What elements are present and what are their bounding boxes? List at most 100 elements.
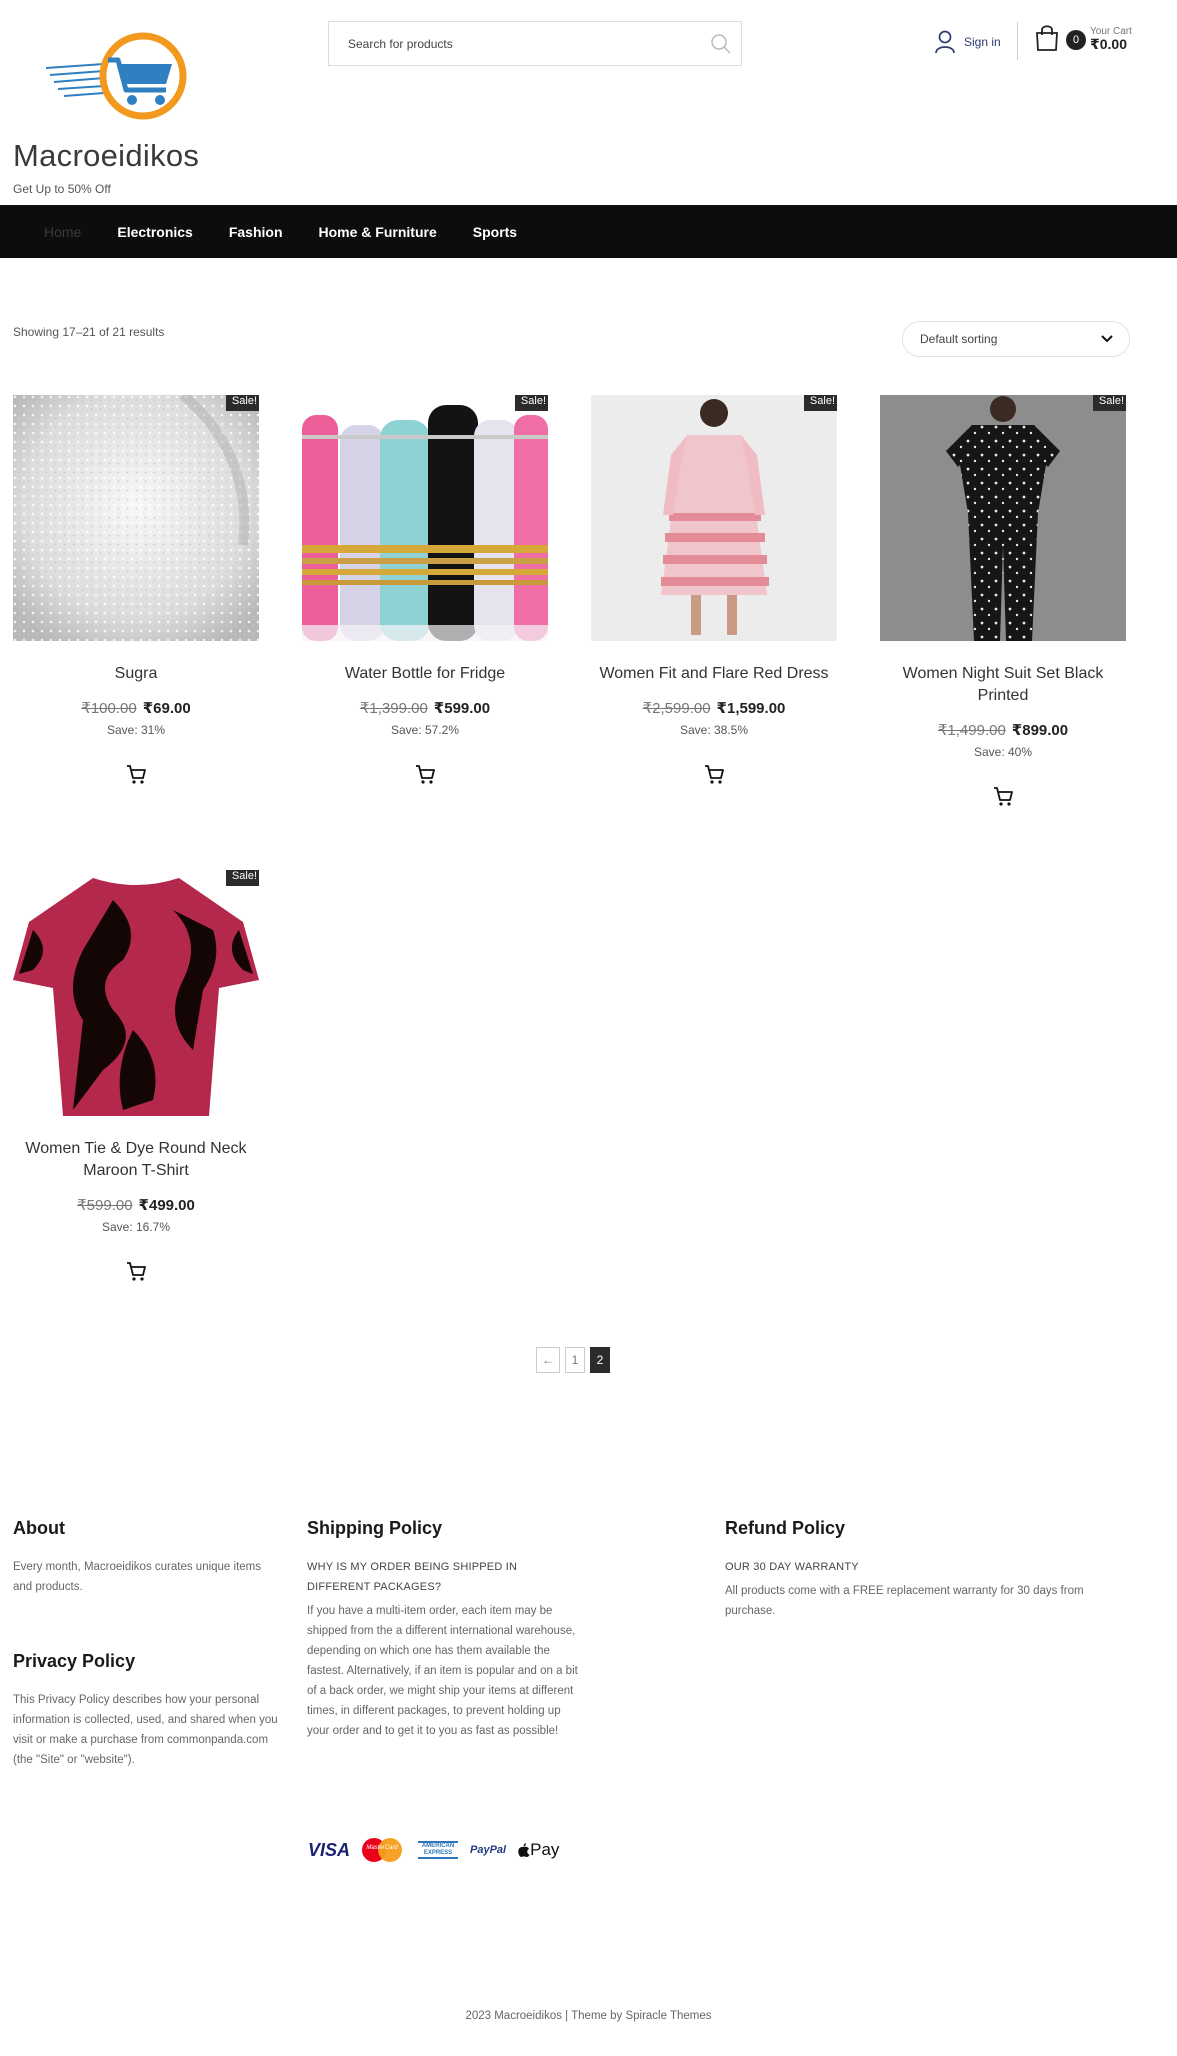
site-logo[interactable] (44, 26, 194, 126)
original-price: ₹1,499.00 (937, 722, 1006, 739)
sugar-image (13, 395, 259, 641)
visa-icon: VISA (308, 1839, 351, 1860)
pagination: ← 1 2 (536, 1347, 610, 1373)
sale-badge: Sale! (803, 395, 837, 411)
product-title[interactable]: Women Fit and Flare Red Dress (591, 663, 837, 685)
pagination-page-current: 2 (590, 1347, 610, 1373)
footer-about: About Every month, Macroeidikos curates … (13, 1518, 283, 1597)
product-card: Sale! Women Fit and Flare Red Dress ₹2,5… (591, 395, 837, 785)
apple-pay-icon: Pay (518, 1840, 559, 1860)
save-percentage: Save: 31% (106, 723, 166, 737)
save-percentage: Save: 16.7% (101, 1220, 171, 1234)
product-card: Sale! Sugra ₹100.00 ₹69.00 Save: 31% (13, 395, 259, 785)
header-divider (1017, 22, 1018, 60)
search-input[interactable] (329, 22, 701, 65)
nav-item-home[interactable]: Home (44, 224, 81, 240)
site-title[interactable]: Macroeidikos (13, 138, 199, 174)
save-percentage: Save: 57.2% (390, 723, 460, 737)
apple-pay-label: Pay (530, 1840, 560, 1859)
nav-item-home-furniture[interactable]: Home & Furniture (319, 224, 437, 240)
search-box (328, 21, 742, 66)
main-navigation: Home Electronics Fashion Home & Furnitur… (0, 205, 1177, 258)
product-title[interactable]: Sugra (13, 663, 259, 685)
mastercard-icon: MasterCard (362, 1836, 406, 1864)
product-card: Sale! Women Night Suit Set Black Printed… (880, 395, 1126, 807)
footer-privacy-text: This Privacy Policy describes how your p… (13, 1694, 278, 1766)
footer-copyright: 2023 Macroeidikos | Theme by Spiracle Th… (465, 2010, 712, 2022)
cart-total: ₹0.00 (1090, 36, 1127, 52)
add-to-cart-icon (994, 787, 1013, 806)
product-card: Sale! Women Tie & Dye Round Neck Maroon … (13, 870, 259, 1282)
sale-price: ₹499.00 (138, 1197, 195, 1214)
product-price: ₹2,599.00 ₹1,599.00 (591, 699, 837, 717)
footer-refund-text: All products come with a FREE replacemen… (725, 1585, 1084, 1617)
product-image[interactable]: Sale! (880, 395, 1126, 641)
product-title[interactable]: Women Night Suit Set Black Printed (880, 663, 1126, 707)
nav-item-electronics[interactable]: Electronics (117, 224, 192, 240)
product-image[interactable]: Sale! (13, 395, 259, 641)
original-price: ₹2,599.00 (642, 700, 711, 717)
sign-in-label: Sign in (964, 35, 1001, 49)
add-to-cart-icon (705, 765, 724, 784)
sign-in-link[interactable]: Sign in (934, 30, 1001, 54)
add-to-cart-button[interactable] (125, 763, 147, 785)
product-image[interactable]: Sale! (591, 395, 837, 641)
sale-price: ₹599.00 (433, 700, 491, 717)
add-to-cart-icon (127, 765, 146, 784)
footer-privacy-title: Privacy Policy (13, 1651, 136, 1671)
footer-shipping-subtitle: WHY IS MY ORDER BEING SHIPPED IN DIFFERE… (307, 1561, 518, 1593)
sale-badge: Sale! (1092, 395, 1126, 411)
sale-price: ₹899.00 (1011, 722, 1069, 739)
footer-privacy: Privacy Policy This Privacy Policy descr… (13, 1651, 283, 1770)
sale-badge: Sale! (514, 395, 548, 411)
water-bottles-image (302, 395, 548, 641)
footer-shipping-text: If you have a multi-item order, each ite… (307, 1605, 578, 1737)
paypal-icon: PayPal (470, 1844, 507, 1856)
search-icon (711, 33, 731, 54)
sale-badge: Sale! (225, 395, 259, 411)
add-to-cart-button[interactable] (125, 1260, 147, 1282)
footer-refund: Refund Policy OUR 30 DAY WARRANTY All pr… (725, 1518, 1135, 1621)
sorting-selected-value: Default sorting (920, 332, 998, 346)
footer-refund-subtitle: OUR 30 DAY WARRANTY (725, 1561, 859, 1573)
user-icon (935, 30, 955, 54)
original-price: ₹599.00 (77, 1197, 133, 1214)
amex-icon: AMERICAN EXPRESS (418, 1841, 459, 1859)
footer-shipping: Shipping Policy WHY IS MY ORDER BEING SH… (307, 1518, 582, 1741)
product-title[interactable]: Water Bottle for Fridge (302, 663, 548, 685)
save-percentage: Save: 38.5% (679, 723, 749, 737)
cart-widget[interactable]: 0 Your Cart ₹0.00 (1034, 24, 1132, 52)
search-button[interactable] (701, 22, 741, 65)
add-to-cart-button[interactable] (992, 785, 1014, 807)
original-price: ₹100.00 (81, 700, 137, 717)
add-to-cart-button[interactable] (414, 763, 436, 785)
chevron-down-icon (1101, 335, 1113, 343)
product-title[interactable]: Women Tie & Dye Round Neck Maroon T-Shir… (13, 1138, 259, 1182)
sale-price: ₹1,599.00 (716, 700, 786, 717)
original-price: ₹1,399.00 (359, 700, 428, 717)
product-price: ₹100.00 ₹69.00 (13, 699, 259, 717)
footer-about-title: About (13, 1518, 65, 1538)
red-dress-image (591, 395, 837, 641)
footer-refund-title: Refund Policy (725, 1518, 846, 1538)
pagination-page-1[interactable]: 1 (565, 1347, 585, 1373)
add-to-cart-button[interactable] (703, 763, 725, 785)
cart-count-badge: 0 (1066, 30, 1086, 50)
sale-price: ₹69.00 (142, 700, 191, 717)
product-card: Sale! Water Bottle for Fridge ₹1,399.00 ₹… (302, 395, 548, 785)
product-price: ₹1,499.00 ₹899.00 (880, 721, 1126, 739)
pagination-prev[interactable]: ← (536, 1347, 560, 1373)
product-price: ₹599.00 ₹499.00 (13, 1196, 259, 1214)
night-suit-image (880, 395, 1126, 641)
product-image[interactable]: Sale! (302, 395, 548, 641)
site-tagline: Get Up to 50% Off (13, 182, 111, 196)
add-to-cart-icon (127, 1262, 146, 1281)
sorting-select[interactable]: Default sorting (902, 321, 1130, 357)
nav-item-sports[interactable]: Sports (473, 224, 517, 240)
product-price: ₹1,399.00 ₹599.00 (302, 699, 548, 717)
mastercard-label: MasterCard (366, 1845, 398, 1851)
product-image[interactable]: Sale! (13, 870, 259, 1116)
footer-about-text: Every month, Macroeidikos curates unique… (13, 1561, 261, 1593)
nav-item-fashion[interactable]: Fashion (229, 224, 283, 240)
add-to-cart-icon (416, 765, 435, 784)
